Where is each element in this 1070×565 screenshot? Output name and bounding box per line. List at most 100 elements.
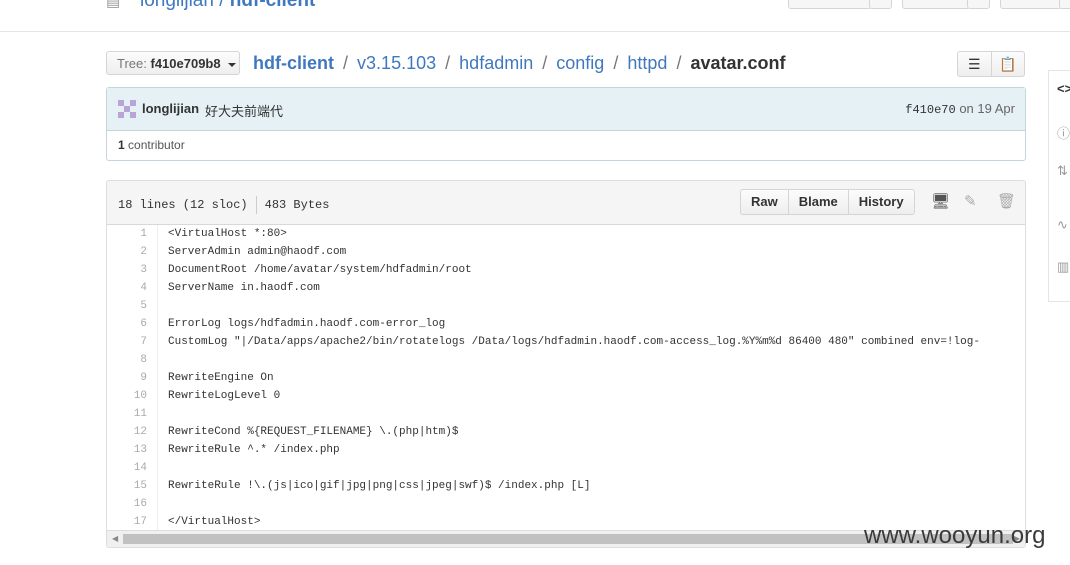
code-line: 7 CustomLog "|/Data/apps/apache2/bin/rota… xyxy=(107,333,1025,351)
caret-down-icon xyxy=(228,62,237,67)
commit-meta: f410e70 on 19 Apr xyxy=(905,101,1015,117)
repo-title: longlijian / hdf-client xyxy=(140,0,315,12)
code-line: 9 RewriteEngine On xyxy=(107,369,1025,387)
pull-request-icon[interactable]: ⇅ xyxy=(1057,163,1068,179)
code-line: 14 xyxy=(107,459,1025,477)
line-number[interactable]: 9 xyxy=(107,369,147,387)
pencil-icon[interactable]: ✎ xyxy=(964,194,977,210)
line-content: RewriteEngine On xyxy=(168,372,274,384)
line-number[interactable]: 14 xyxy=(107,459,147,477)
line-number[interactable]: 11 xyxy=(107,405,147,423)
repo-owner-link[interactable]: longlijian xyxy=(140,0,214,11)
line-number[interactable]: 5 xyxy=(107,297,147,315)
graph-icon[interactable]: ▥ xyxy=(1057,259,1069,275)
breadcrumb-link-v3[interactable]: v3.15.103 xyxy=(357,53,436,73)
line-number[interactable]: 10 xyxy=(107,387,147,405)
commit-on-label: on xyxy=(959,101,974,116)
star-button[interactable] xyxy=(902,0,970,9)
breadcrumb-link-hdfadmin[interactable]: hdfadmin xyxy=(459,53,533,73)
pulse-icon[interactable]: ∿ xyxy=(1057,217,1068,233)
line-content: RewriteRule !\.(js|ico|gif|jpg|png|css|j… xyxy=(168,480,591,492)
contributors-link[interactable]: 1 contributor xyxy=(118,138,185,152)
file-view-buttons: Raw Blame History xyxy=(740,189,915,215)
contributor-label: contributor xyxy=(128,138,185,152)
line-content: ErrorLog logs/hdfadmin.haodf.com-error_l… xyxy=(168,318,446,330)
code-line: 13 RewriteRule ^.* /index.php xyxy=(107,441,1025,459)
commit-tease: longlijian 好大夫前端代 f410e70 on 19 Apr 1 co… xyxy=(106,87,1026,161)
code-line: 1 <VirtualHost *:80> xyxy=(107,225,1025,243)
code-line: 8 xyxy=(107,351,1025,369)
line-content: ServerAdmin admin@haodf.com xyxy=(168,246,347,258)
list-icon[interactable]: ☰ xyxy=(958,52,991,76)
file-info: 18 lines (12 sloc) 483 Bytes xyxy=(118,196,329,214)
commit-author-link[interactable]: longlijian xyxy=(142,101,199,116)
line-content: DocumentRoot /home/avatar/system/hdfadmi… xyxy=(168,264,472,276)
line-number[interactable]: 8 xyxy=(107,351,147,369)
file-header: 18 lines (12 sloc) 483 Bytes Raw Blame Hi… xyxy=(107,181,1025,225)
code-line: 5 xyxy=(107,297,1025,315)
code-line: 2 ServerAdmin admin@haodf.com xyxy=(107,243,1025,261)
commit-message-link[interactable]: 好大夫前端代 xyxy=(205,101,283,120)
desktop-icon[interactable]: 🖥 xyxy=(931,194,950,210)
repo-icon: ▤ xyxy=(106,0,121,10)
history-button[interactable]: History xyxy=(847,190,914,214)
scroll-left-arrow-icon[interactable]: ◀ xyxy=(112,534,118,543)
repo-title-separator: / xyxy=(219,0,225,11)
code-line: 3 DocumentRoot /home/avatar/system/hdfadm… xyxy=(107,261,1025,279)
line-content: RewriteCond %{REQUEST_FILENAME} \.(php|h… xyxy=(168,426,459,438)
repo-name-link[interactable]: hdf-client xyxy=(230,0,316,11)
line-number[interactable]: 16 xyxy=(107,495,147,513)
code-line: 4 ServerName in.haodf.com xyxy=(107,279,1025,297)
contributor-count: 1 xyxy=(118,138,125,152)
line-number[interactable]: 15 xyxy=(107,477,147,495)
breadcrumb-separator: / xyxy=(542,53,548,73)
breadcrumb-separator: / xyxy=(676,53,682,73)
breadcrumb-link-httpd[interactable]: httpd xyxy=(627,53,667,73)
breadcrumb-separator: / xyxy=(613,53,619,73)
commit-sha-link[interactable]: f410e70 xyxy=(905,103,955,117)
star-count-button[interactable] xyxy=(967,0,990,9)
line-number[interactable]: 13 xyxy=(107,441,147,459)
issues-icon[interactable]: ⓘ xyxy=(1057,123,1070,142)
line-number[interactable]: 17 xyxy=(107,513,147,531)
line-content: ServerName in.haodf.com xyxy=(168,282,320,294)
watermark: www.wooyun.org xyxy=(864,522,1046,549)
repo-side-nav: <> ⓘ ⇅ ∿ ▥ xyxy=(1048,70,1070,302)
fork-count-button[interactable] xyxy=(1059,0,1070,9)
watch-count-button[interactable] xyxy=(869,0,892,9)
line-content: RewriteLogLevel 0 xyxy=(168,390,281,402)
line-number[interactable]: 3 xyxy=(107,261,147,279)
watch-button[interactable] xyxy=(788,0,872,9)
line-number[interactable]: 4 xyxy=(107,279,147,297)
line-number[interactable]: 12 xyxy=(107,423,147,441)
code-line: 11 xyxy=(107,405,1025,423)
fork-button[interactable] xyxy=(1000,0,1062,9)
raw-button[interactable]: Raw xyxy=(741,190,788,214)
line-content: <VirtualHost *:80> xyxy=(168,228,287,240)
line-number[interactable]: 6 xyxy=(107,315,147,333)
commit-tease-header: longlijian 好大夫前端代 f410e70 on 19 Apr xyxy=(107,88,1025,131)
blame-button[interactable]: Blame xyxy=(787,190,848,214)
breadcrumb: hdf-client / v3.15.103 / hdfadmin / conf… xyxy=(253,52,786,74)
breadcrumb-separator: / xyxy=(445,53,451,73)
file-actions-group: ☰ 📋 xyxy=(957,51,1025,77)
trash-icon[interactable]: 🗑 xyxy=(997,194,1016,210)
breadcrumb-link-config[interactable]: config xyxy=(556,53,604,73)
code-blob: 1 <VirtualHost *:80> 2 ServerAdmin admin@ha… xyxy=(107,225,1025,531)
avatar[interactable] xyxy=(118,100,136,118)
tree-sha: f410e709b8 xyxy=(150,56,221,71)
tree-selector-button[interactable]: Tree: f410e709b8 xyxy=(106,51,240,75)
line-content: </VirtualHost> xyxy=(168,516,261,528)
clipboard-icon[interactable]: 📋 xyxy=(990,52,1025,76)
commit-date: 19 Apr xyxy=(977,101,1015,116)
code-line: 6 ErrorLog logs/hdfadmin.haodf.com-error_… xyxy=(107,315,1025,333)
code-line: 12 RewriteCond %{REQUEST_FILENAME} \.(php… xyxy=(107,423,1025,441)
line-number[interactable]: 2 xyxy=(107,243,147,261)
line-content: RewriteRule ^.* /index.php xyxy=(168,444,340,456)
file-size: 483 Bytes xyxy=(264,198,330,213)
line-number[interactable]: 1 xyxy=(107,225,147,243)
breadcrumb-repo-link[interactable]: hdf-client xyxy=(253,53,334,73)
code-icon[interactable]: <> xyxy=(1057,81,1070,96)
line-content: CustomLog "|/Data/apps/apache2/bin/rotat… xyxy=(168,336,980,348)
line-number[interactable]: 7 xyxy=(107,333,147,351)
